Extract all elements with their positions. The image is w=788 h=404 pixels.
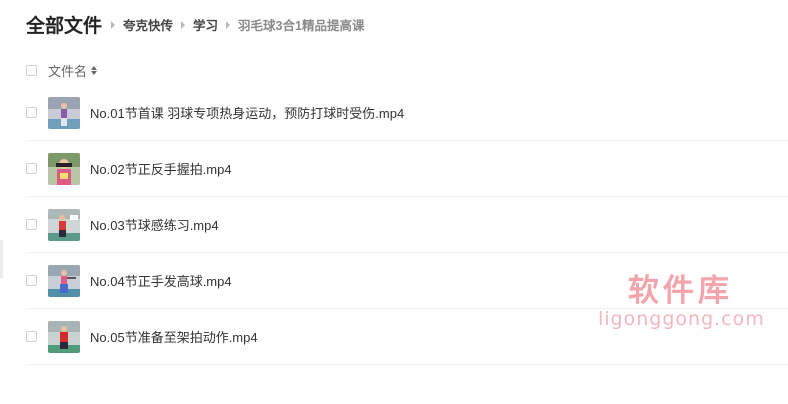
select-all-checkbox[interactable] <box>26 64 37 76</box>
video-thumbnail <box>48 264 80 297</box>
breadcrumb: 全部文件 夸克快传 学习 羽毛球3合1精品提高课 <box>26 11 364 38</box>
list-item[interactable]: No.04节正手发高球.mp4 <box>26 253 788 309</box>
file-name[interactable]: No.03节球感练习.mp4 <box>90 215 219 234</box>
sort-by-name-button[interactable]: 文件名 <box>48 61 98 80</box>
video-thumbnail <box>48 320 80 353</box>
row-checkbox[interactable] <box>26 163 37 174</box>
breadcrumb-separator-icon <box>111 20 116 29</box>
column-name-label: 文件名 <box>48 63 88 79</box>
row-checkbox[interactable] <box>26 331 37 342</box>
breadcrumb-item-study[interactable]: 学习 <box>193 15 218 34</box>
file-name[interactable]: No.01节首课 羽球专项热身运动，预防打球时受伤.mp4 <box>90 103 404 122</box>
breadcrumb-separator-icon <box>181 20 186 29</box>
breadcrumb-root[interactable]: 全部文件 <box>26 11 102 38</box>
file-name[interactable]: No.05节准备至架拍动作.mp4 <box>90 327 258 346</box>
list-item[interactable]: No.02节正反手握拍.mp4 <box>26 141 788 197</box>
list-item[interactable]: No.01节首课 羽球专项热身运动，预防打球时受伤.mp4 <box>26 85 788 141</box>
breadcrumb-item-quark-transfer[interactable]: 夸克快传 <box>123 15 173 34</box>
row-checkbox[interactable] <box>26 275 37 286</box>
file-name[interactable]: No.04节正手发高球.mp4 <box>90 271 232 290</box>
breadcrumb-separator-icon <box>226 20 231 29</box>
video-thumbnail <box>48 208 80 241</box>
video-thumbnail <box>48 96 80 129</box>
list-header: 文件名 <box>26 60 98 80</box>
row-checkbox[interactable] <box>26 107 37 118</box>
list-item[interactable]: No.03节球感练习.mp4 <box>26 197 788 253</box>
list-item[interactable]: No.05节准备至架拍动作.mp4 <box>26 309 788 365</box>
row-checkbox[interactable] <box>26 219 37 230</box>
file-name[interactable]: No.02节正反手握拍.mp4 <box>90 159 232 178</box>
window-edge <box>0 240 3 278</box>
sort-icon <box>91 65 98 75</box>
breadcrumb-item-current-folder: 羽毛球3合1精品提高课 <box>238 19 365 33</box>
file-list: No.01节首课 羽球专项热身运动，预防打球时受伤.mp4 No.02节正反手握… <box>26 85 788 365</box>
video-thumbnail <box>48 152 80 185</box>
